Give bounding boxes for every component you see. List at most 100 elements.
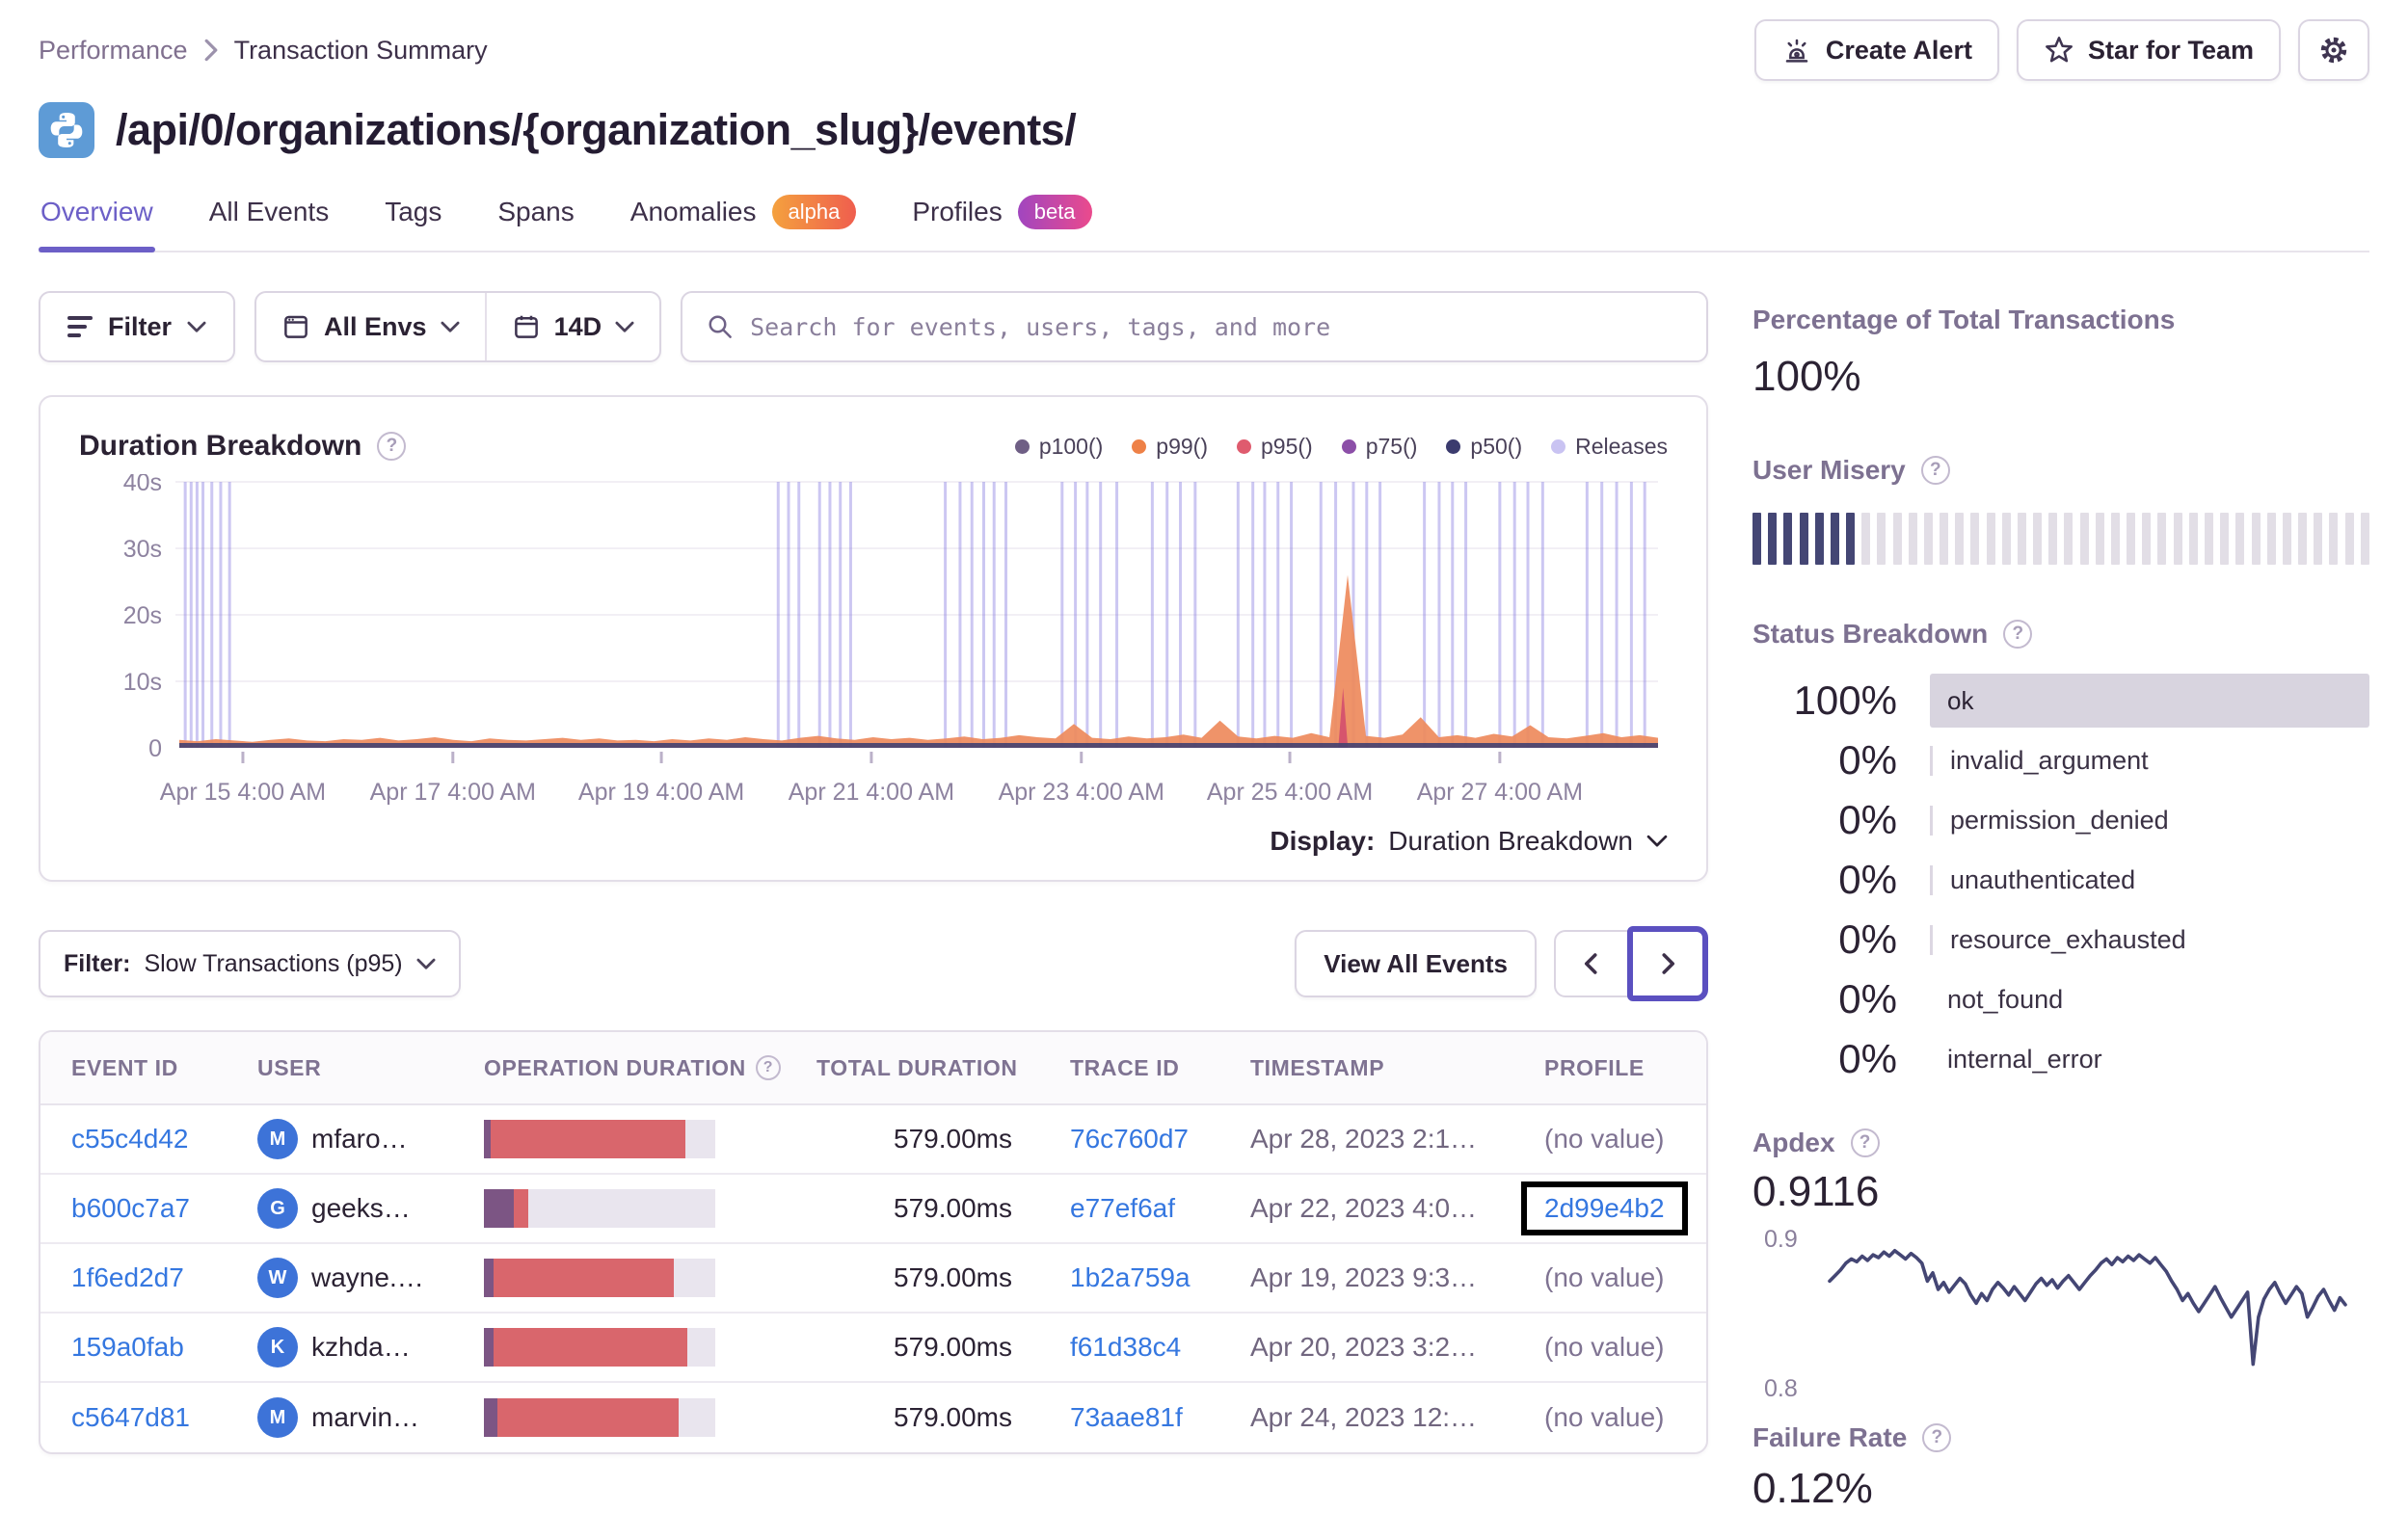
svg-text:Apr 19 4:00 AM: Apr 19 4:00 AM — [578, 779, 744, 806]
profile-cell: (no value) — [1544, 1402, 1675, 1433]
status-percent: 100% — [1793, 677, 1897, 723]
profile-cell: (no value) — [1544, 1332, 1675, 1363]
column-header-user[interactable]: USER — [257, 1055, 484, 1081]
trace-id-link[interactable]: 76c760d7 — [1070, 1124, 1250, 1155]
operation-duration-cell — [484, 1328, 816, 1367]
trace-id-link[interactable]: 1b2a759a — [1070, 1262, 1250, 1293]
legend-item-p75[interactable]: p75() — [1341, 434, 1417, 460]
column-header-trace-id[interactable]: TRACE ID — [1070, 1055, 1250, 1081]
status-row-resource_exhausted: 0% resource_exhausted — [1752, 910, 2369, 969]
status-label: permission_denied — [1930, 805, 2369, 836]
misery-bar — [2266, 513, 2276, 565]
help-icon[interactable]: ? — [377, 432, 407, 461]
title-row: /api/0/organizations/{organization_slug}… — [39, 102, 2369, 158]
filter-label: Filter — [108, 311, 173, 341]
misery-bar — [1877, 513, 1886, 565]
misery-bar — [1940, 513, 1949, 565]
timestamp-cell: Apr 19, 2023 9:3… — [1250, 1262, 1478, 1292]
misery-bar — [1799, 513, 1808, 565]
column-header-event-id[interactable]: EVENT ID — [71, 1055, 257, 1081]
timestamp-cell: Apr 24, 2023 12:… — [1250, 1402, 1478, 1432]
next-page-button[interactable] — [1627, 926, 1708, 1001]
transactions-filter-dropdown[interactable]: Filter: Slow Transactions (p95) — [39, 930, 461, 997]
tab-all-events[interactable]: All Events — [207, 191, 332, 251]
chevron-right-icon — [1662, 953, 1675, 974]
db-segment — [484, 1328, 494, 1367]
star-for-team-button[interactable]: Star for Team — [2016, 19, 2281, 81]
environment-selector[interactable]: All Envs — [256, 293, 485, 360]
misery-bar — [2298, 513, 2308, 565]
column-header-total-duration[interactable]: TOTAL DURATION — [816, 1055, 1070, 1081]
tab-label: Profiles — [912, 197, 1003, 226]
page-title: /api/0/organizations/{organization_slug}… — [116, 105, 1077, 154]
status-row-internal_error: 0% internal_error — [1752, 1029, 2369, 1089]
help-icon[interactable]: ? — [755, 1055, 781, 1080]
trace-id-link[interactable]: e77ef6af — [1070, 1193, 1250, 1224]
misery-bar — [2235, 513, 2245, 565]
view-all-events-button[interactable]: View All Events — [1295, 930, 1537, 997]
tab-profiles[interactable]: Profiles beta — [910, 191, 1093, 251]
settings-button[interactable] — [2298, 19, 2369, 81]
column-header-timestamp[interactable]: TIMESTAMP — [1250, 1055, 1544, 1081]
misery-bar — [2282, 513, 2291, 565]
column-header-profile[interactable]: PROFILE — [1544, 1055, 1675, 1081]
event-id-link[interactable]: b600c7a7 — [71, 1193, 257, 1224]
misery-bar — [2017, 513, 2026, 565]
tab-overview[interactable]: Overview — [39, 191, 155, 252]
search-input[interactable] — [750, 312, 1683, 341]
status-label: invalid_argument — [1930, 745, 2369, 776]
legend-item-p99[interactable]: p99() — [1132, 434, 1208, 460]
breadcrumb-chevron-icon — [204, 39, 217, 62]
previous-page-button[interactable] — [1554, 930, 1629, 997]
legend-item-p100[interactable]: p100() — [1014, 434, 1103, 460]
profile-link[interactable]: 2d99e4b2 — [1544, 1193, 1665, 1223]
user-name: mfaro… — [311, 1124, 408, 1154]
misery-bar — [2360, 513, 2369, 565]
legend-item-p50[interactable]: p50() — [1446, 434, 1522, 460]
trace-id-link[interactable]: f61d38c4 — [1070, 1332, 1250, 1363]
misery-bar — [1768, 513, 1778, 565]
event-id-link[interactable]: 1f6ed2d7 — [71, 1262, 257, 1293]
tab-tags[interactable]: Tags — [383, 191, 443, 251]
breadcrumb-performance[interactable]: Performance — [39, 36, 188, 66]
status-percent: 0% — [1838, 1036, 1897, 1081]
legend-item-p95[interactable]: p95() — [1237, 434, 1313, 460]
legend-label: p50() — [1470, 433, 1523, 459]
user-name: marvin… — [311, 1402, 420, 1432]
failure-rate-heading: Failure Rate ? — [1752, 1422, 2369, 1453]
table-row: 159a0fab Kkzhda… 579.00ms f61d38c4 Apr 20, 2… — [40, 1314, 1706, 1383]
user-name: geeks… — [311, 1193, 411, 1223]
legend-item-Releases[interactable]: Releases — [1551, 434, 1668, 460]
total-duration-cell: 579.00ms — [894, 1193, 1012, 1223]
help-icon[interactable]: ? — [1920, 456, 1950, 485]
help-icon[interactable]: ? — [2003, 620, 2033, 649]
help-icon[interactable]: ? — [1850, 1128, 1880, 1157]
tab-anomalies[interactable]: Anomalies alpha — [629, 191, 859, 251]
date-range-selector[interactable]: 14D — [487, 293, 660, 360]
event-id-link[interactable]: c55c4d42 — [71, 1124, 257, 1155]
misery-bar — [1861, 513, 1871, 565]
duration-breakdown-panel: Duration Breakdown ? p100() p99() p95() p75… — [39, 395, 1708, 882]
tab-spans[interactable]: Spans — [495, 191, 575, 251]
help-icon[interactable]: ? — [1922, 1423, 1952, 1452]
column-header-label: EVENT ID — [71, 1054, 178, 1080]
operation-duration-bar — [484, 1189, 715, 1228]
main-column: Filter All Envs 14D Search for events, u… — [39, 291, 1708, 1454]
table-body: c55c4d42 Mmfaro… 579.00ms 76c760d7 Apr 28, 2… — [40, 1105, 1706, 1452]
create-alert-button[interactable]: Create Alert — [1753, 19, 1999, 81]
chevron-down-icon — [1646, 835, 1668, 847]
legend-dot — [1551, 438, 1566, 454]
event-id-link[interactable]: 159a0fab — [71, 1332, 257, 1363]
filter-dropdown-button[interactable]: Filter — [39, 291, 236, 362]
event-id-link[interactable]: c5647d81 — [71, 1402, 257, 1433]
top-bar: Performance Transaction Summary Create A… — [39, 0, 2369, 81]
legend-dot — [1446, 438, 1461, 454]
chevron-down-icon — [416, 958, 436, 969]
misery-bar — [2127, 513, 2136, 565]
column-header-operation-duration[interactable]: OPERATION DURATION? — [484, 1055, 816, 1081]
user-cell: Mmfaro… — [257, 1119, 484, 1159]
svg-text:Apr 23 4:00 AM: Apr 23 4:00 AM — [999, 779, 1164, 806]
misery-bar — [1908, 513, 1917, 565]
trace-id-link[interactable]: 73aae81f — [1070, 1402, 1250, 1433]
display-dropdown[interactable]: Display: Duration Breakdown — [79, 826, 1668, 857]
